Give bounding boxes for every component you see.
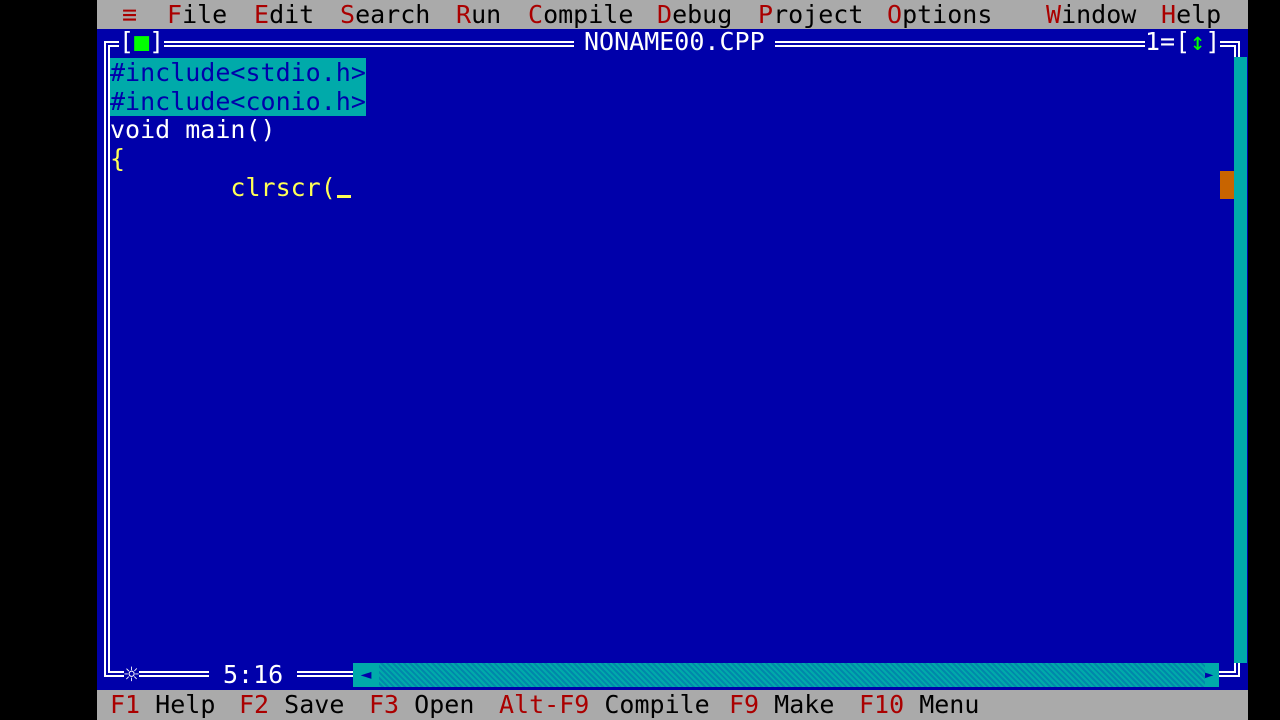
menu-compile-label: ompile [543, 0, 634, 29]
code-line-5: clrscr( [110, 174, 351, 202]
menu-edit-hotkey: E [254, 0, 270, 29]
menu-help[interactable]: Help [1161, 0, 1221, 29]
hint-open-key: F3 [369, 690, 400, 719]
hint-save-key: F2 [239, 690, 270, 719]
window-number-zoom[interactable]: 1=[↕] [1145, 27, 1221, 56]
window-number: 1=[ [1145, 27, 1191, 56]
menu-window[interactable]: Window [1046, 0, 1136, 29]
menu-options-label: ptions [902, 0, 993, 29]
system-menu-icon: ≡ [122, 0, 138, 29]
menu-debug[interactable]: Debug [657, 0, 732, 29]
close-button[interactable]: [■] [119, 27, 165, 56]
code-line-1-text: #include<stdio.h> [110, 58, 366, 87]
menu-file[interactable]: File [167, 0, 227, 29]
hint-open[interactable]: F3 Open [369, 690, 474, 720]
scroll-right-arrow-icon[interactable]: ► [1205, 663, 1219, 687]
hint-menu[interactable]: F10 Menu [859, 690, 979, 720]
resize-star-icon: ☼ [124, 660, 140, 689]
hint-menu-key: F10 [859, 690, 905, 719]
window-title: NONAME00.CPP [574, 29, 775, 55]
close-bracket-left: [ [119, 27, 135, 56]
menu-search[interactable]: Search [340, 0, 430, 29]
hint-save-label: Save [269, 690, 345, 719]
menu-file-hotkey: F [167, 0, 183, 29]
menu-bar: ≡ File Edit Search Run Compile Debug Pro… [97, 0, 1248, 29]
system-menu[interactable]: ≡ [122, 0, 137, 29]
menu-options-hotkey: O [887, 0, 903, 29]
vertical-scrollbar[interactable] [1220, 57, 1247, 663]
hint-save[interactable]: F2 Save [239, 690, 344, 720]
code-line-2: #include<conio.h> [110, 87, 366, 116]
status-bar: F1 Help F2 Save F3 Open Alt-F9 Compile F… [97, 690, 1248, 720]
menu-project-hotkey: P [758, 0, 774, 29]
menu-run[interactable]: Run [456, 0, 501, 29]
menu-search-label: earch [355, 0, 431, 29]
menu-compile[interactable]: Compile [528, 0, 633, 29]
turbo-cpp-screen: ≡ File Edit Search Run Compile Debug Pro… [97, 0, 1248, 720]
menu-project[interactable]: Project [758, 0, 863, 29]
code-line-5-text: clrscr( [110, 173, 336, 202]
hint-make-key: F9 [729, 690, 760, 719]
menu-help-label: elp [1176, 0, 1222, 29]
menu-file-label: ile [182, 0, 228, 29]
hint-open-label: Open [399, 690, 475, 719]
hint-menu-label: Menu [904, 690, 980, 719]
code-line-3: void main() [110, 115, 276, 144]
zoom-arrow-icon: ↕ [1190, 27, 1206, 56]
menu-window-label: indow [1061, 0, 1137, 29]
hint-compile[interactable]: Alt-F9 Compile [499, 690, 710, 720]
code-line-1: #include<stdio.h> [110, 58, 366, 87]
close-bracket-right: ] [149, 27, 165, 56]
menu-debug-label: ebug [672, 0, 733, 29]
zoom-bracket-right: ] [1205, 27, 1221, 56]
code-line-2-text: #include<conio.h> [110, 87, 366, 116]
menu-run-hotkey: R [456, 0, 472, 29]
vertical-scroll-thumb[interactable] [1220, 171, 1234, 199]
hint-make-label: Make [759, 690, 835, 719]
hint-help-label: Help [140, 690, 216, 719]
menu-edit-label: dit [269, 0, 315, 29]
hint-help-key: F1 [110, 690, 141, 719]
menu-help-hotkey: H [1161, 0, 1177, 29]
text-cursor [336, 195, 351, 198]
scroll-left-arrow-icon[interactable]: ◄ [353, 663, 379, 687]
close-box-icon: ■ [134, 27, 150, 56]
menu-compile-hotkey: C [528, 0, 544, 29]
menu-run-label: un [471, 0, 502, 29]
editor-window[interactable]: [■] NONAME00.CPP 1=[↕] #include<stdio.h>… [97, 29, 1248, 690]
menu-options[interactable]: Options [887, 0, 992, 29]
menu-debug-hotkey: D [657, 0, 673, 29]
menu-project-label: roject [773, 0, 864, 29]
menu-edit[interactable]: Edit [254, 0, 314, 29]
menu-search-hotkey: S [340, 0, 356, 29]
hint-compile-label: Compile [589, 690, 710, 719]
hint-help[interactable]: F1 Help [110, 690, 215, 720]
horizontal-scrollbar[interactable]: ◄ ► [353, 663, 1219, 687]
cursor-position: 5:16 [209, 661, 298, 689]
window-bottom-border: ☼ 5:16 ◄ ► [97, 661, 1248, 689]
menu-window-hotkey: W [1046, 0, 1062, 29]
hint-compile-key: Alt-F9 [499, 690, 590, 719]
code-line-4: { [110, 144, 126, 173]
hint-make[interactable]: F9 Make [729, 690, 834, 720]
